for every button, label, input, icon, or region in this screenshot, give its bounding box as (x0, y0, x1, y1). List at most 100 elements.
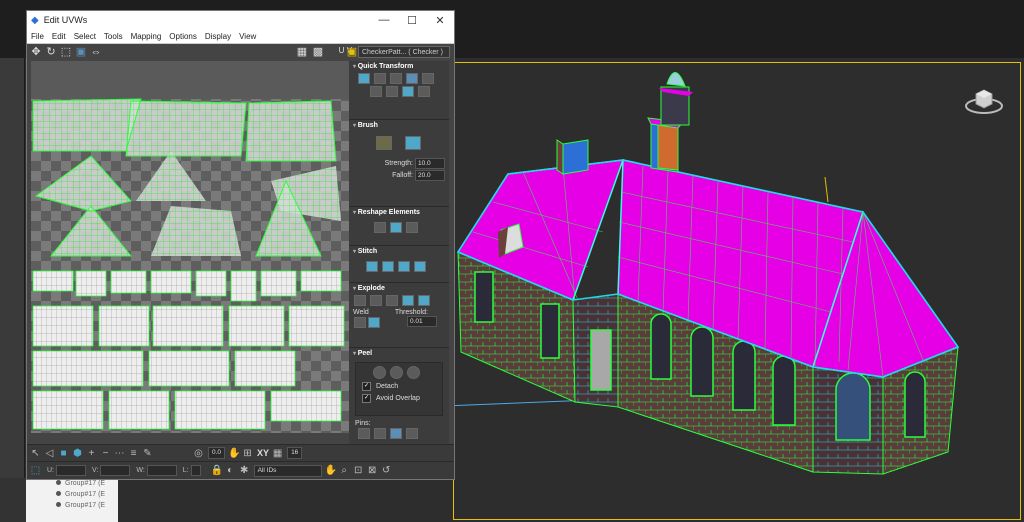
detach-checkbox[interactable]: ✓ Detach (356, 380, 442, 392)
flatten-icon[interactable] (385, 295, 398, 306)
threshold-input[interactable]: 0.01 (407, 316, 437, 327)
grid-icon[interactable]: ▦ (272, 448, 283, 459)
building-model[interactable] (453, 62, 1019, 518)
paint-move-icon[interactable] (376, 136, 392, 150)
grid-size-value[interactable]: 16 (287, 447, 303, 459)
menu-view[interactable]: View (239, 32, 256, 41)
rotate-ccw-icon[interactable] (401, 86, 414, 97)
menu-select[interactable]: Select (74, 32, 96, 41)
freeze-icon[interactable]: ✱ (239, 465, 250, 476)
group-item[interactable]: Group#17 (E (26, 489, 118, 500)
scale-icon[interactable]: ⬚ (60, 46, 72, 58)
element-mode-icon[interactable]: ⬢ (72, 448, 83, 459)
uv-editor-canvas[interactable] (31, 61, 349, 433)
face-mode-icon[interactable]: ■ (58, 448, 69, 459)
select-arrow-icon[interactable]: ↖ (30, 448, 41, 459)
rotate-90-icon[interactable] (405, 73, 418, 84)
mirror-icon[interactable]: ⇔ (90, 46, 102, 58)
menu-options[interactable]: Options (169, 32, 197, 41)
stitch-header[interactable]: Stitch (349, 246, 449, 257)
avoid-overlap-checkbox[interactable]: ✓ Avoid Overlap (356, 392, 442, 404)
auto-pin-icon[interactable] (389, 428, 402, 439)
split-icon[interactable] (417, 295, 430, 306)
snap-icon[interactable]: ◎ (193, 448, 204, 459)
minimize-button[interactable]: — (370, 14, 398, 26)
quick-peel-icon[interactable] (373, 366, 386, 379)
menu-edit[interactable]: Edit (52, 32, 66, 41)
select-pins-icon[interactable] (405, 428, 418, 439)
weld-target-icon[interactable] (354, 317, 366, 328)
stitch-target-icon[interactable] (397, 261, 410, 272)
menu-tools[interactable]: Tools (104, 32, 123, 41)
break-icon[interactable] (354, 295, 366, 306)
w-input[interactable] (146, 465, 177, 476)
showmap-icon[interactable]: ▦ (296, 46, 308, 58)
u-input[interactable] (56, 465, 86, 476)
zoom-extents-icon[interactable]: ⊠ (367, 465, 378, 476)
space-v-icon[interactable] (385, 86, 398, 97)
reset-peel-icon[interactable] (406, 366, 420, 379)
falloff-input[interactable]: 20.0 (415, 169, 445, 181)
reshape-header[interactable]: Reshape Elements (349, 207, 449, 218)
xy-label[interactable]: XY (257, 448, 269, 458)
straighten-selection-icon[interactable] (374, 222, 386, 233)
absolute-mode-icon[interactable]: ⬚ (30, 465, 41, 476)
lasso-icon[interactable]: ◁ (44, 448, 55, 459)
paint-select-icon[interactable]: ✎ (142, 448, 153, 459)
align-v-icon[interactable] (389, 73, 402, 84)
scene-explorer-groups[interactable]: Group#17 (E Group#17 (E Group#17 (E (26, 478, 118, 522)
peel-mode-icon[interactable] (389, 366, 403, 379)
menu-mapping[interactable]: Mapping (131, 32, 162, 41)
hide-icon[interactable]: ◐ (225, 465, 236, 476)
shrink-icon[interactable]: − (100, 448, 111, 459)
l-input[interactable] (190, 465, 201, 476)
ids-dropdown[interactable]: All IDs (253, 464, 322, 477)
relax-icon[interactable] (389, 222, 402, 233)
zoom-region-icon[interactable]: ⊡ (353, 465, 364, 476)
straighten-icon[interactable] (421, 73, 434, 84)
stitch-avg-icon[interactable] (381, 261, 394, 272)
align-h-icon[interactable] (373, 73, 386, 84)
stitch-source-icon[interactable] (366, 261, 378, 272)
detach-edge-icon[interactable] (369, 295, 382, 306)
edit-uvws-window[interactable]: ◆ Edit UVWs — ☐ ✕ File Edit Select Tools… (26, 10, 455, 480)
freeform-icon[interactable]: ▣ (75, 46, 87, 58)
brush-header[interactable]: Brush (349, 120, 449, 131)
peel-header[interactable]: Peel (349, 348, 449, 359)
soft-select-value[interactable]: 0.0 (208, 447, 226, 459)
stitch-custom-icon[interactable] (413, 261, 426, 272)
rotate-icon[interactable]: ↻ (45, 46, 57, 58)
relax-brush-icon[interactable] (404, 136, 421, 150)
flip-icon[interactable] (417, 86, 430, 97)
quick-transform-header[interactable]: Quick Transform (349, 61, 449, 72)
explode-header[interactable]: Explode (349, 283, 449, 294)
unfold-icon[interactable] (405, 222, 418, 233)
move-icon[interactable]: ✥ (30, 46, 42, 58)
v-input[interactable] (100, 465, 131, 476)
loop-icon[interactable]: ⋯ (114, 448, 125, 459)
ring-icon[interactable]: ≡ (128, 448, 139, 459)
explode-icon[interactable] (401, 295, 414, 306)
close-button[interactable]: ✕ (426, 14, 454, 27)
strength-input[interactable]: 10.0 (415, 157, 445, 169)
checker-icon[interactable]: ▩ (312, 46, 324, 58)
lock-icon[interactable]: 🔒 (211, 465, 223, 476)
align-icon[interactable] (358, 73, 370, 84)
space-h-icon[interactable] (370, 86, 382, 97)
unpin-icon[interactable] (373, 428, 386, 439)
weld-selected-icon[interactable] (368, 317, 380, 328)
menu-display[interactable]: Display (205, 32, 231, 41)
group-item[interactable]: Group#17 (E (26, 500, 118, 511)
hand-icon[interactable]: ✋ (228, 448, 240, 459)
zoom-selected-icon[interactable]: ↺ (381, 465, 392, 476)
grow-icon[interactable]: + (86, 448, 97, 459)
pin-icon[interactable] (358, 428, 370, 439)
texture-dropdown[interactable]: CheckerPatt... ( Checker ) (358, 46, 450, 58)
window-titlebar[interactable]: ◆ Edit UVWs — ☐ ✕ (27, 11, 454, 29)
menu-file[interactable]: File (31, 32, 44, 41)
texture-icon[interactable]: ▣ (346, 46, 358, 58)
fit-icon[interactable]: ⊞ (242, 448, 253, 459)
zoom-icon[interactable]: ⌕ (339, 465, 350, 476)
maximize-button[interactable]: ☐ (398, 14, 426, 27)
pan-icon[interactable]: ✋ (325, 465, 337, 476)
